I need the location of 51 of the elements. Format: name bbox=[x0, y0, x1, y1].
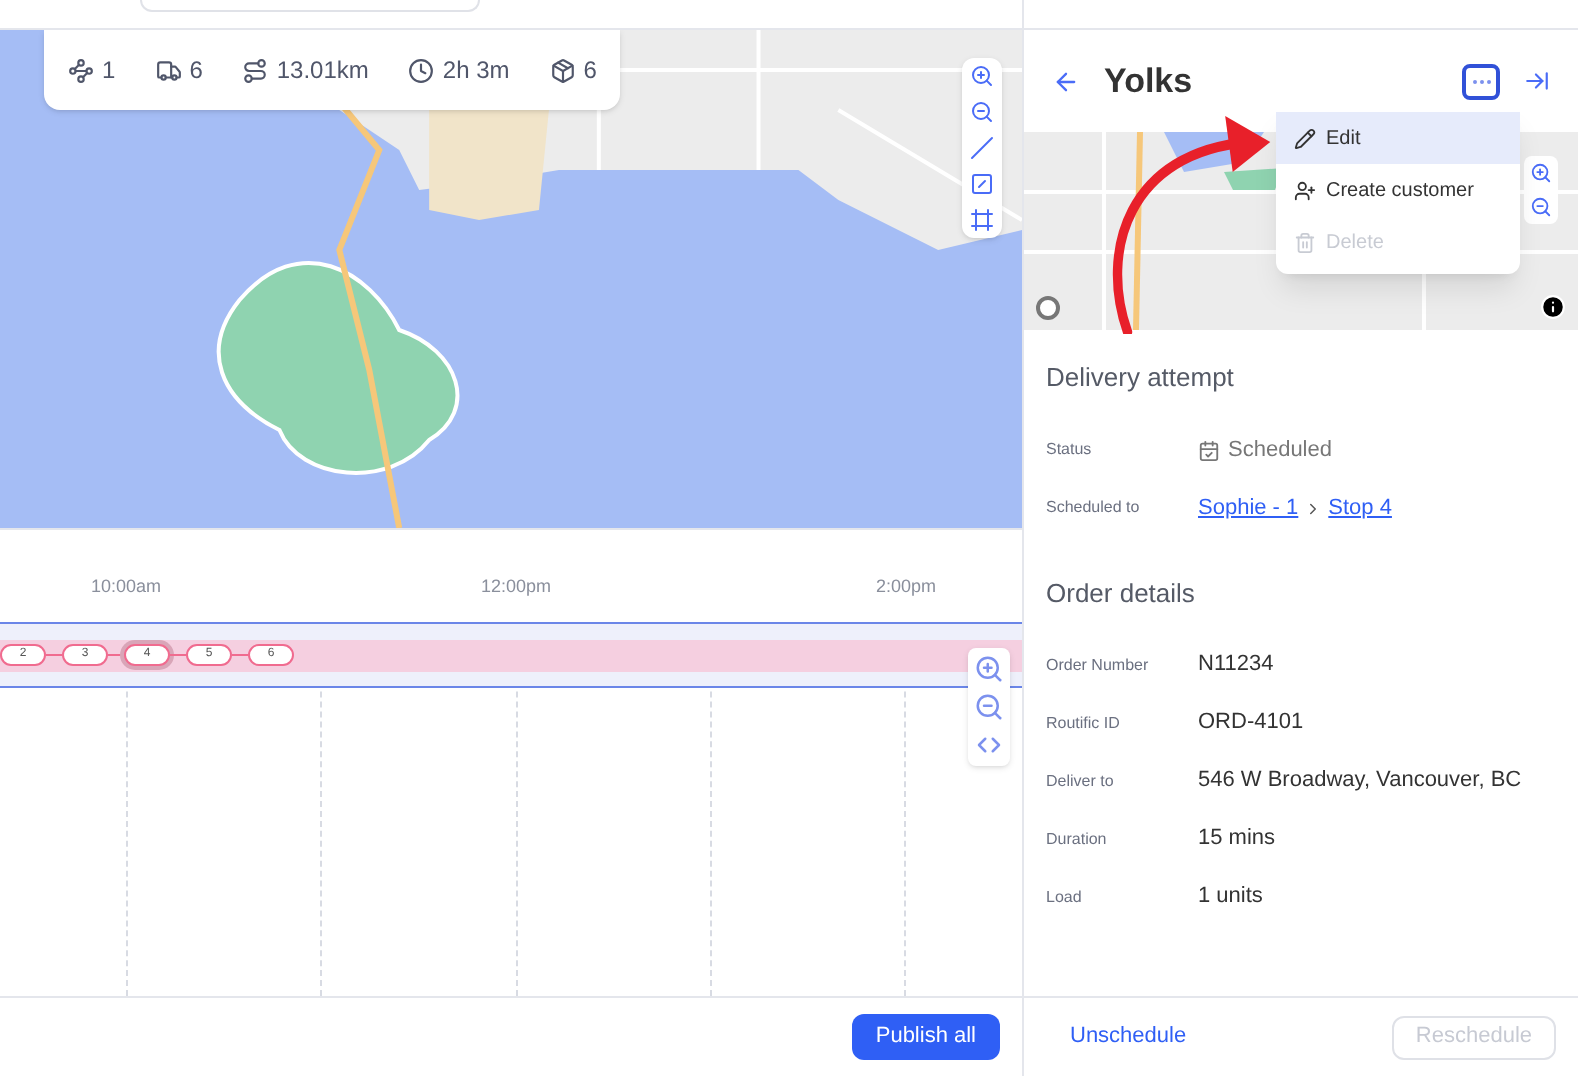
time-label: 2:00pm bbox=[875, 574, 937, 600]
stop-title: Yolks bbox=[1104, 59, 1193, 104]
slash-icon[interactable] bbox=[970, 136, 994, 160]
truck-icon bbox=[155, 57, 182, 83]
trash-icon bbox=[1294, 231, 1316, 253]
clock-icon bbox=[408, 57, 435, 83]
field-value: ORD-4101 bbox=[1198, 708, 1304, 739]
field-label: Load bbox=[1046, 885, 1084, 909]
route-icon bbox=[68, 57, 94, 83]
zoom-in-icon[interactable] bbox=[970, 64, 994, 88]
pencil-icon bbox=[1294, 127, 1316, 149]
calendar-icon bbox=[1198, 439, 1220, 461]
stat-value: 2h 3m bbox=[442, 54, 510, 88]
zoom-out-icon[interactable] bbox=[970, 100, 994, 124]
publish-all-button[interactable]: Publish all bbox=[851, 1014, 1000, 1060]
field-label: Order Number bbox=[1046, 653, 1151, 677]
field-label: Duration bbox=[1046, 827, 1109, 851]
field-label: Status bbox=[1046, 438, 1094, 462]
menu-item[interactable]: Edit bbox=[1276, 112, 1520, 164]
section-title: Delivery attempt bbox=[1046, 360, 1236, 396]
field-label: Scheduled to bbox=[1046, 496, 1142, 520]
more-button[interactable] bbox=[1462, 63, 1500, 99]
zoom-out-icon[interactable] bbox=[974, 692, 1004, 722]
stat-value: 6 bbox=[583, 54, 597, 88]
section-title: Order details bbox=[1046, 575, 1197, 611]
package-icon bbox=[549, 57, 576, 83]
field-value: 546 W Broadway, Vancouver, BC bbox=[1198, 766, 1522, 797]
time-label: 10:00am bbox=[90, 574, 162, 600]
time-label: 12:00pm bbox=[480, 574, 552, 600]
back-arrow-icon[interactable] bbox=[1052, 67, 1080, 95]
field-label: Routific ID bbox=[1046, 711, 1122, 735]
zoom-in-icon[interactable] bbox=[974, 654, 1004, 684]
frame-icon[interactable] bbox=[970, 208, 994, 232]
field-value: 15 mins bbox=[1198, 824, 1276, 855]
field-value: 1 units bbox=[1198, 882, 1263, 913]
link[interactable]: Stop 4 bbox=[1328, 491, 1392, 525]
stat-value: 13.01km bbox=[276, 54, 369, 88]
link[interactable]: Sophie - 1 bbox=[1198, 491, 1299, 525]
square-slash-icon[interactable] bbox=[970, 172, 994, 196]
field-value: N11234 bbox=[1198, 650, 1274, 681]
user-plus-icon bbox=[1294, 179, 1316, 201]
stat-value: 1 bbox=[102, 54, 116, 88]
collapse-panel-icon[interactable] bbox=[1524, 68, 1550, 94]
route-path-icon bbox=[242, 57, 269, 83]
zoom-out-icon[interactable] bbox=[1530, 196, 1552, 218]
zoom-in-icon[interactable] bbox=[1530, 162, 1552, 184]
field-label: Deliver to bbox=[1046, 769, 1116, 793]
status-value: Scheduled bbox=[1228, 435, 1332, 466]
stat-value: 6 bbox=[189, 54, 203, 88]
menu-item[interactable]: Create customer bbox=[1276, 164, 1520, 216]
unschedule-button[interactable]: Unschedule bbox=[1046, 1020, 1211, 1054]
